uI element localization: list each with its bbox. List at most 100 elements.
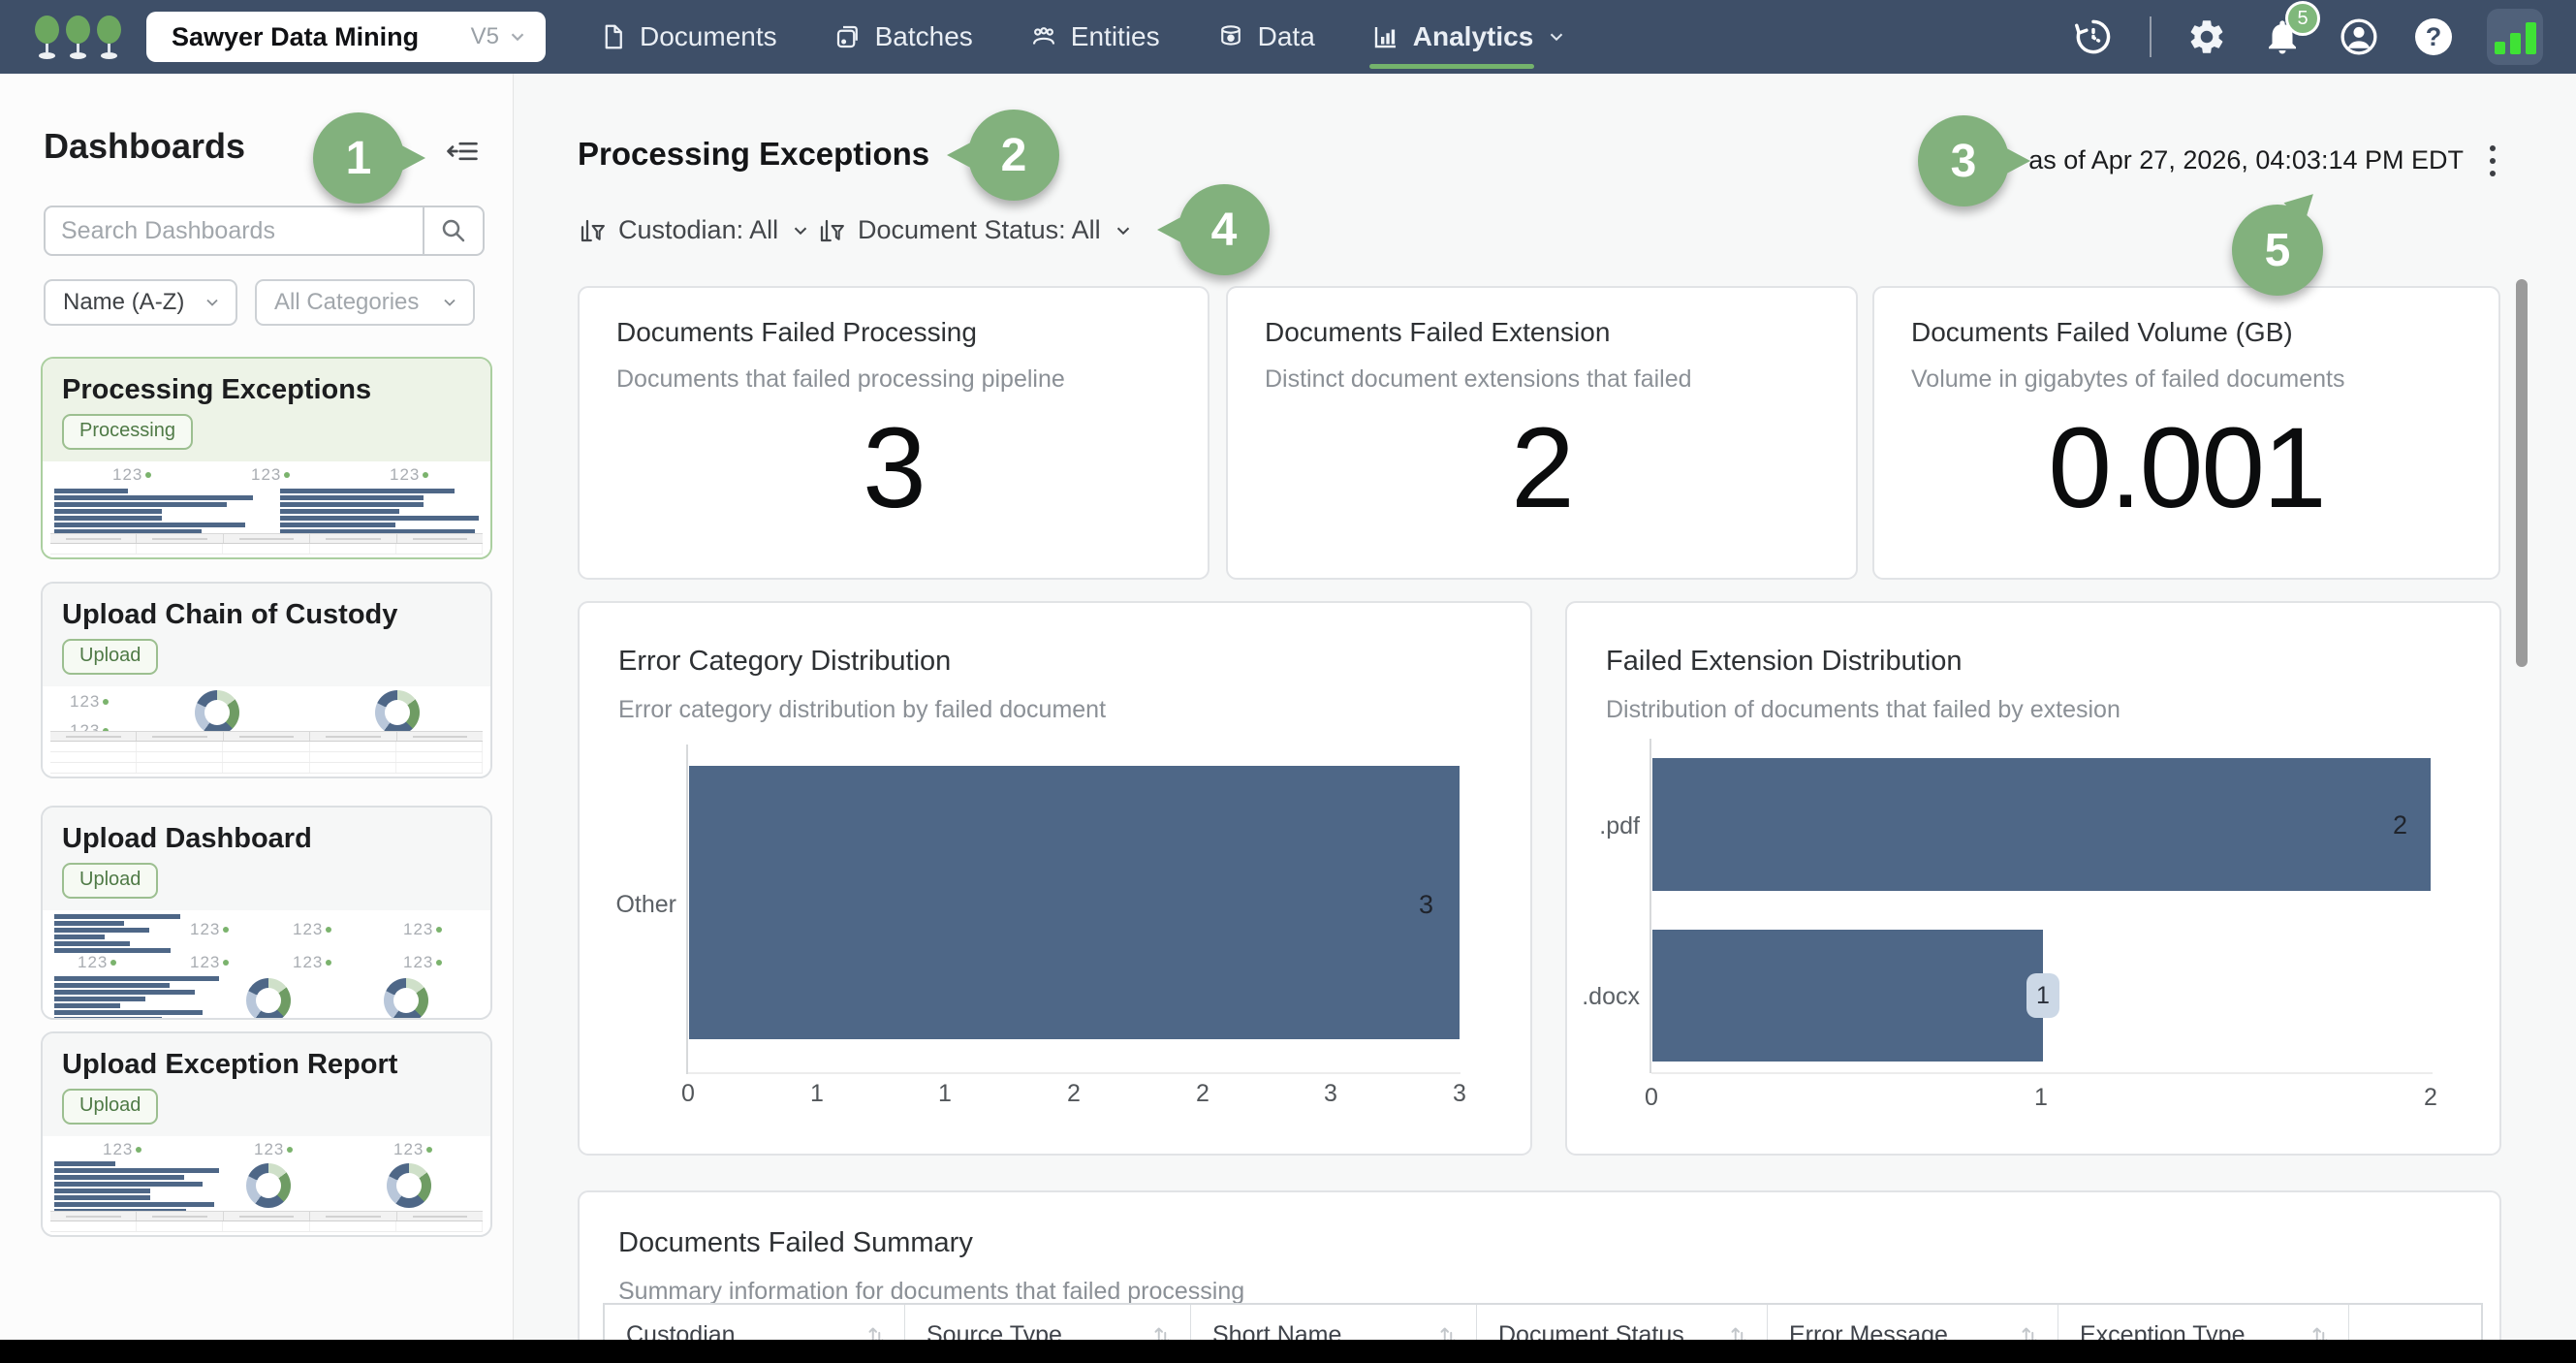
topbar-actions: 5 ? (2072, 9, 2543, 65)
help-button[interactable]: ? (2415, 18, 2452, 55)
green-bar-icon (2510, 33, 2521, 54)
logo-pin (35, 16, 59, 59)
bar-value-label: 3 (1419, 890, 1433, 920)
chart-card-failed-extension-distribution: Failed Extension Distribution Distributi… (1565, 601, 2501, 1156)
kpi-title: Documents Failed Processing (616, 317, 977, 348)
dashboard-card-processing-exceptions[interactable]: Processing Exceptions Processing 123 123… (41, 357, 492, 559)
thumb-kpi: 123 (190, 920, 229, 939)
chevron-down-icon (440, 293, 459, 312)
nav-item-data[interactable]: Data (1216, 0, 1315, 74)
main-scrollbar-thumb[interactable] (2516, 279, 2528, 667)
dashboard-card-upload-chain-of-custody[interactable]: Upload Chain of Custody Upload 123 123 (41, 582, 492, 778)
thumb-kpi: 123 (78, 953, 116, 972)
annotation-balloon-5: 5 (2232, 205, 2323, 296)
document-status-filter[interactable]: Document Status: All (817, 215, 1134, 245)
nav-item-analytics[interactable]: Analytics (1371, 0, 1568, 74)
x-tick: 2 (1196, 1080, 1209, 1108)
app-root: Sawyer Data Mining V5 Documents Batches … (0, 0, 2576, 1363)
thumb-donut-chart (246, 978, 291, 1020)
settings-button[interactable] (2186, 16, 2227, 57)
nav-item-batches[interactable]: Batches (833, 0, 973, 74)
entities-icon (1029, 22, 1058, 51)
search-button[interactable] (423, 207, 483, 254)
database-icon (1216, 22, 1245, 51)
category-select[interactable]: All Categories (255, 279, 475, 326)
account-button[interactable] (2338, 16, 2380, 58)
gear-icon (2186, 16, 2227, 57)
sort-select[interactable]: Name (A-Z) (44, 279, 237, 326)
workspace-name: Sawyer Data Mining (172, 22, 471, 52)
dashboard-card-upload-exception-report[interactable]: Upload Exception Report Upload 123 123 1… (41, 1031, 492, 1237)
thumb-donut-chart (375, 690, 420, 735)
app-switcher-analytics-tile[interactable] (2487, 9, 2543, 65)
filter-label: Document Status: All (858, 215, 1101, 245)
kpi-title: Documents Failed Volume (GB) (1911, 317, 2293, 348)
nav-label: Batches (875, 21, 973, 52)
chart-title: Failed Extension Distribution (1606, 646, 1963, 678)
nav-label: Analytics (1413, 21, 1534, 52)
notifications-button[interactable]: 5 (2262, 16, 2303, 57)
card-tag: Upload (62, 863, 158, 899)
y-axis-label: .docx (1567, 983, 1640, 1011)
history-button[interactable] (2072, 16, 2115, 58)
thumb-kpi: 123 (403, 920, 442, 939)
annotation-balloon-2: 2 (968, 110, 1059, 201)
dashboard-card-upload-dashboard[interactable]: Upload Dashboard Upload 123 123 123 123 … (41, 806, 492, 1020)
y-axis-line (1649, 739, 1651, 1073)
sidebar-title: Dashboards (44, 126, 245, 167)
thumb-kpi: 123 (393, 1140, 432, 1159)
chart-card-error-category-distribution: Error Category Distribution Error catego… (578, 601, 1532, 1156)
nav-item-documents[interactable]: Documents (598, 0, 777, 74)
main-nav: Documents Batches Entities Data Analytic… (598, 0, 1567, 74)
chart-subtitle: Distribution of documents that failed by… (1606, 696, 2120, 724)
thumb-donut-chart (246, 1163, 291, 1208)
collapse-sidebar-button[interactable] (443, 132, 482, 171)
chevron-down-icon (790, 220, 811, 241)
thumb-table (50, 731, 483, 774)
thumb-kpi: 123 (251, 465, 290, 485)
nav-item-entities[interactable]: Entities (1029, 0, 1160, 74)
search-input[interactable] (46, 207, 423, 254)
sort-value: Name (A-Z) (63, 289, 203, 316)
kpi-value: 3 (580, 402, 1208, 534)
kpi-card-documents-failed-extension: Documents Failed Extension Distinct docu… (1226, 286, 1858, 580)
x-axis-line (1651, 1072, 2433, 1074)
page-title: Processing Exceptions (578, 136, 929, 173)
dashboard-options-button[interactable] (2479, 138, 2506, 184)
y-axis-line (686, 745, 688, 1074)
bar-value-label: 1 (2036, 982, 2050, 1010)
kpi-value: 2 (1228, 402, 1856, 534)
kpi-subtitle: Documents that failed processing pipelin… (616, 365, 1065, 394)
logo-pin (66, 16, 90, 59)
analytics-icon (1371, 22, 1400, 51)
workspace-selector[interactable]: Sawyer Data Mining V5 (146, 12, 546, 62)
collapse-panel-icon (443, 132, 482, 171)
nav-label: Documents (640, 21, 777, 52)
x-axis-line (688, 1072, 1461, 1074)
bar-value-label: 2 (2393, 810, 2407, 840)
green-bar-icon (2526, 22, 2536, 54)
y-axis-label: .pdf (1567, 812, 1640, 840)
thumb-donut-chart (384, 978, 428, 1020)
documents-failed-summary-card: Documents Failed Summary Summary informa… (578, 1190, 2501, 1363)
kpi-title: Documents Failed Extension (1265, 317, 1610, 348)
x-tick: 1 (810, 1080, 824, 1108)
bar-docx (1652, 930, 2043, 1062)
chart-title: Error Category Distribution (618, 646, 951, 678)
dashboard-search (44, 206, 485, 256)
topbar: Sawyer Data Mining V5 Documents Batches … (0, 0, 2576, 74)
thumb-kpi: 123 (293, 953, 331, 972)
thumb-table (50, 533, 483, 555)
card-header: Upload Dashboard Upload (43, 808, 490, 910)
kpi-value: 0.001 (1874, 402, 2498, 534)
thumb-bar-chart (54, 914, 180, 953)
custodian-filter[interactable]: Custodian: All (578, 215, 811, 245)
chart-filter-icon (578, 216, 607, 245)
x-tick: 1 (2034, 1084, 2048, 1112)
x-tick: 3 (1324, 1080, 1337, 1108)
document-icon (598, 22, 627, 51)
nav-label: Data (1258, 21, 1315, 52)
card-header: Upload Chain of Custody Upload (43, 584, 490, 686)
help-icon: ? (2415, 18, 2452, 55)
card-header: Upload Exception Report Upload (43, 1033, 490, 1136)
